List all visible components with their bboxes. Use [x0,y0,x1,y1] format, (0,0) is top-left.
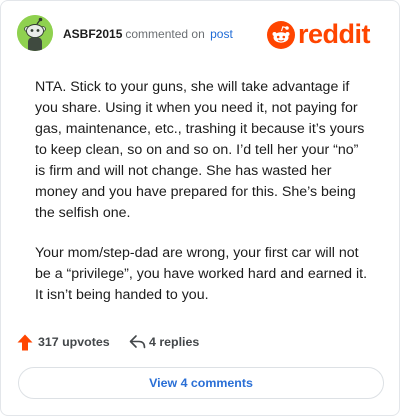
reddit-logo-icon [267,21,295,49]
upvote-arrow-icon [17,334,33,351]
reddit-brand[interactable]: reddit [267,19,385,49]
reddit-wordmark: reddit [298,19,371,49]
action-text: commented on [125,27,205,41]
upvote-count: 317 upvotes [38,335,110,349]
post-link[interactable]: post [210,27,233,41]
avatar[interactable] [17,15,53,51]
view-comments-button[interactable]: View 4 comments [18,367,384,399]
username[interactable]: ASBF2015 [63,27,122,41]
comment-header: ASBF2015 commented on post reddit [17,15,385,55]
comment-meta: ASBF2015 commented on post [63,27,233,41]
snoo-avatar-icon [17,15,53,51]
comment-body: NTA. Stick to your guns, she will take a… [35,77,371,306]
upvote-stat[interactable]: 317 upvotes [17,333,117,353]
replies-stat[interactable]: 4 replies [129,333,219,353]
comment-card: ASBF2015 commented on post reddit NTA. St… [0,0,400,416]
comment-paragraph: Your mom/step-dad are wrong, your first … [35,245,368,303]
reply-arrow-icon [129,335,146,349]
replies-count: 4 replies [149,335,200,349]
comment-paragraph: NTA. Stick to your guns, she will take a… [35,79,365,221]
